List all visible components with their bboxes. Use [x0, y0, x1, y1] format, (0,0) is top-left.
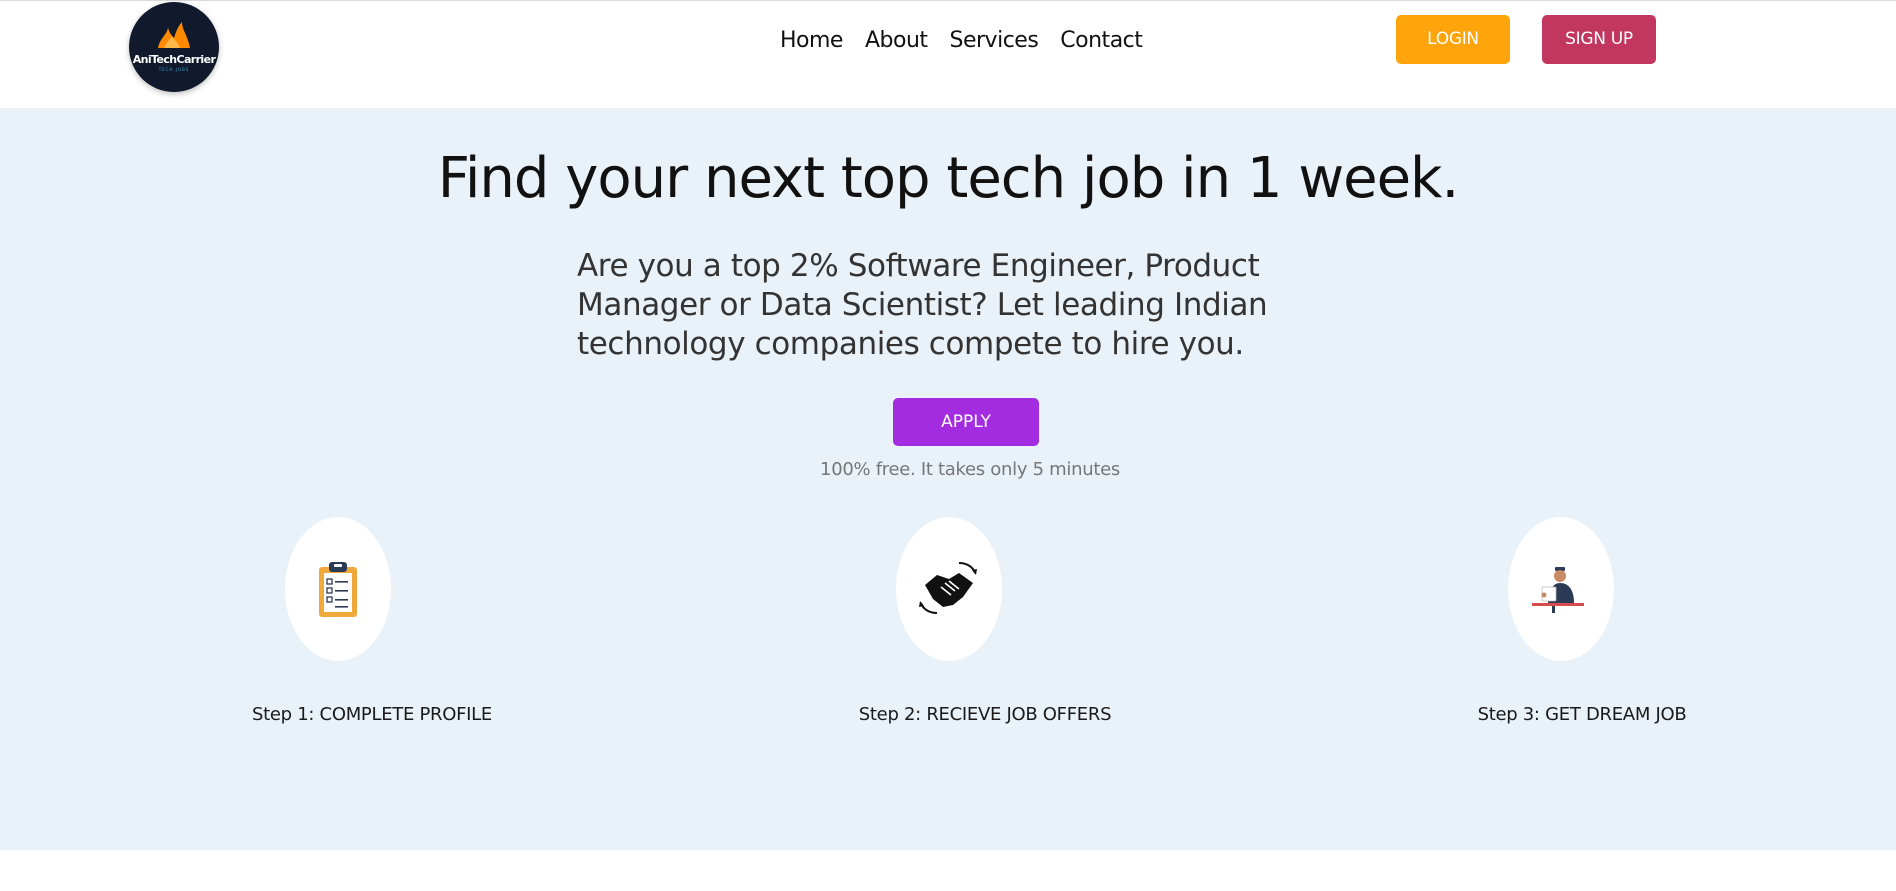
step-label: Step 1: COMPLETE PROFILE	[252, 704, 492, 725]
hero-subtitle: Are you a top 2% Software Engineer, Prod…	[577, 248, 1268, 362]
step-label: Step 3: GET DREAM JOB	[1477, 704, 1687, 725]
nav-about[interactable]: About	[865, 28, 928, 53]
brand-logo[interactable]: AniTechCarrier TECH JOBS	[129, 2, 219, 92]
clipboard-icon	[319, 562, 357, 617]
step-receive-offers: Step 2: RECIEVE JOB OFFERS	[805, 517, 1165, 725]
brand-name: AniTechCarrier	[132, 53, 216, 66]
signup-button[interactable]: SIGN UP	[1542, 15, 1656, 64]
nav-services[interactable]: Services	[950, 28, 1039, 53]
site-header: AniTechCarrier TECH JOBS Home About Serv…	[0, 1, 1896, 108]
apply-note: 100% free. It takes only 5 minutes	[820, 459, 1120, 480]
step-icon-circle	[1508, 517, 1614, 661]
step-icon-circle	[285, 517, 391, 661]
handshake-icon	[919, 562, 977, 614]
main-nav: Home About Services Contact	[780, 28, 1164, 53]
person-at-desk-icon	[1532, 567, 1584, 613]
apply-button[interactable]: APPLY	[893, 398, 1039, 446]
step-complete-profile: Step 1: COMPLETE PROFILE	[192, 517, 552, 725]
hero-title: Find your next top tech job in 1 week.	[437, 146, 1460, 211]
nav-contact[interactable]: Contact	[1060, 28, 1143, 53]
step-icon-circle	[896, 517, 1002, 661]
nav-home[interactable]: Home	[780, 28, 843, 53]
login-button[interactable]: LOGIN	[1396, 15, 1510, 64]
brand-tagline: TECH JOBS	[158, 67, 190, 72]
step-get-dream-job: Step 3: GET DREAM JOB	[1402, 517, 1762, 725]
step-label: Step 2: RECIEVE JOB OFFERS	[858, 704, 1112, 725]
hero-section: Find your next top tech job in 1 week. A…	[0, 108, 1896, 850]
flame-icon	[158, 22, 190, 48]
